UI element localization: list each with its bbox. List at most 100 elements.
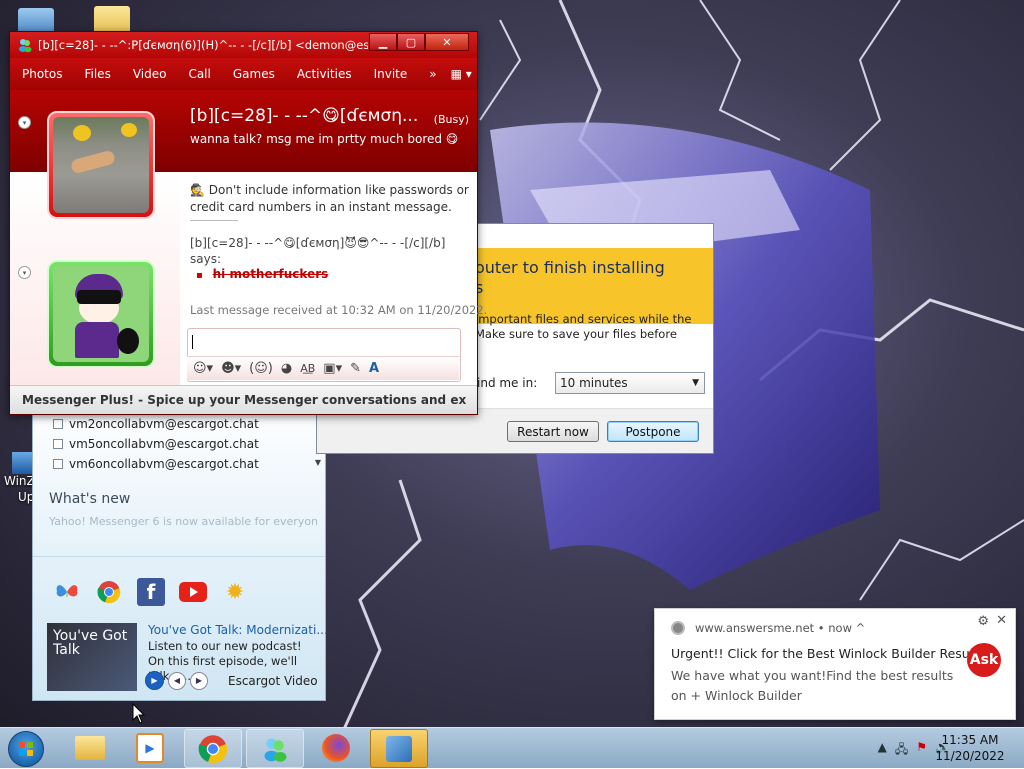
butterfly-icon[interactable] xyxy=(53,578,81,606)
taskbar-chrome[interactable] xyxy=(184,729,242,768)
clock-date: 11/20/2022 xyxy=(935,749,1005,763)
notification-body: We have what you want!Find the best resu… xyxy=(671,668,954,703)
close-button[interactable]: ✕ xyxy=(425,33,469,51)
nudge-icon[interactable]: (☺) xyxy=(249,361,273,376)
message-says: says: xyxy=(190,252,222,266)
next-icon[interactable]: ▶ xyxy=(190,671,208,690)
remind-label: ind me in: xyxy=(477,376,538,390)
cat-photo xyxy=(53,117,149,213)
options-menu-icon[interactable]: ▦ ▾ xyxy=(451,67,472,81)
status-bar[interactable]: Messenger Plus! - Spice up your Messenge… xyxy=(10,385,477,414)
text-caret xyxy=(192,335,193,349)
menu-files[interactable]: Files xyxy=(84,67,110,81)
chat-menubar: Photos Files Video Call Games Activities… xyxy=(10,58,477,90)
emoticon-icon[interactable]: ☺▾ xyxy=(193,361,213,376)
voice-clip-icon[interactable]: ◕ xyxy=(281,361,292,376)
weather-sun-icon[interactable]: ✹ xyxy=(221,578,249,606)
contact-status-box xyxy=(53,419,63,429)
taskbar-windows-update[interactable] xyxy=(370,729,428,768)
start-button[interactable] xyxy=(8,731,44,767)
browser-notification[interactable]: www.answersme.net • now ^ ⚙ ✕ Urgent!! C… xyxy=(654,608,1016,720)
divider xyxy=(190,220,238,221)
service-icons: f ✹ xyxy=(53,578,249,606)
menu-call[interactable]: Call xyxy=(188,67,210,81)
menu-photos[interactable]: Photos xyxy=(22,67,62,81)
user-avatar[interactable] xyxy=(47,260,155,368)
postpone-button[interactable]: Postpone xyxy=(607,421,699,442)
promo-title-link[interactable]: You've Got Talk: Modernizati... xyxy=(148,623,328,637)
close-icon[interactable]: ✕ xyxy=(996,613,1007,628)
handwriting-icon[interactable]: ✎ xyxy=(350,361,361,376)
divider xyxy=(33,556,325,557)
contact-status-box xyxy=(53,439,63,449)
bullet-icon: ▪ xyxy=(196,270,203,281)
notification-title: Urgent!! Click for the Best Winlock Buil… xyxy=(671,646,985,661)
remind-interval-select[interactable]: 10 minutes ▼ xyxy=(555,372,705,394)
taskbar-firefox[interactable] xyxy=(308,729,364,766)
maximize-button[interactable]: ▢ xyxy=(397,33,425,51)
collapse-icon[interactable]: ▾ xyxy=(18,266,31,279)
windows-update-icon xyxy=(386,735,412,762)
taskbar-messenger[interactable] xyxy=(246,729,304,768)
messenger-chat-window: [b][c=28]- - --^:P[ɗємση(6)](H)^-- - -[/… xyxy=(9,31,487,415)
status-bar-text: Messenger Plus! - Spice up your Messenge… xyxy=(22,393,467,407)
chrome-icon[interactable] xyxy=(95,578,123,606)
contact-list-window: vm2oncollabvm@escargot.chat vm5oncollabv… xyxy=(32,405,328,701)
contact-item[interactable]: vm5oncollabvm@escargot.chat xyxy=(53,434,259,454)
network-icon[interactable]: 🖧 xyxy=(895,740,908,761)
last-received-text: Last message received at 10:32 AM on 11/… xyxy=(190,303,488,317)
promo-source: Escargot Video xyxy=(228,673,318,688)
contact-item[interactable]: vm6oncollabvm@escargot.chat xyxy=(53,454,259,474)
remind-interval-value: 10 minutes xyxy=(560,376,628,390)
contact-email: vm6oncollabvm@escargot.chat xyxy=(69,457,259,471)
promo-thumbnail[interactable]: You've Got Talk xyxy=(47,623,137,691)
wink-icon[interactable]: ☻▾ xyxy=(221,361,241,376)
menu-invite[interactable]: Invite xyxy=(374,67,408,81)
background-icon[interactable]: ▣▾ xyxy=(323,361,342,376)
taskbar-clock[interactable]: 11:35 AM 11/20/2022 xyxy=(930,732,1010,764)
ask-logo: Ask xyxy=(967,643,1001,677)
mouse-cursor-icon xyxy=(132,703,146,724)
menu-activities[interactable]: Activities xyxy=(297,67,352,81)
facebook-icon[interactable]: f xyxy=(137,578,165,606)
whats-new-heading: What's new xyxy=(49,491,131,507)
contact-status-box xyxy=(53,459,63,469)
chat-titlebar[interactable]: [b][c=28]- - --^:P[ɗємση(6)](H)^-- - -[/… xyxy=(10,32,477,58)
scroll-down-icon[interactable]: ▼ xyxy=(315,458,321,467)
taskbar-media-player[interactable]: ▶ xyxy=(122,729,178,766)
taskbar-explorer[interactable] xyxy=(62,729,118,766)
clock-time: 11:35 AM xyxy=(941,733,999,747)
msn-buddy-icon xyxy=(264,738,287,762)
minimize-button[interactable]: ▁ xyxy=(369,33,397,51)
collapse-icon[interactable]: ▾ xyxy=(18,116,31,129)
text-format-icon[interactable]: A xyxy=(369,361,379,376)
update-title: outer to finish installing s xyxy=(475,258,665,297)
play-icon[interactable]: ▶ xyxy=(145,671,164,690)
action-center-flag-icon[interactable]: ⚑ xyxy=(916,740,927,761)
msn-buddy-icon xyxy=(19,39,32,53)
youtube-icon[interactable] xyxy=(179,578,207,606)
show-hidden-icons[interactable]: ▲ xyxy=(878,740,887,761)
media-player-icon: ▶ xyxy=(136,732,164,763)
contact-avatar[interactable] xyxy=(47,111,155,219)
firefox-icon xyxy=(322,733,350,762)
settings-gear-icon[interactable]: ⚙ xyxy=(977,614,989,629)
restart-now-button[interactable]: Restart now xyxy=(507,421,599,442)
contact-display-name: [b][c=28]- - --^😋[ɗємση... xyxy=(190,106,419,126)
promo-controls: ▶ ◀ ▶ Escargot Video xyxy=(145,671,318,690)
chrome-icon xyxy=(198,734,228,763)
contact-email: vm5oncollabvm@escargot.chat xyxy=(69,437,259,451)
menu-games[interactable]: Games xyxy=(233,67,275,81)
previous-icon[interactable]: ◀ xyxy=(168,671,186,690)
font-icon[interactable]: A͟B xyxy=(300,362,315,375)
security-warning: 🕵 Don't include information like passwor… xyxy=(190,182,470,216)
update-body: important files and services while the M… xyxy=(475,312,692,341)
contact-item[interactable]: vm2oncollabvm@escargot.chat xyxy=(53,414,259,434)
whats-new-text[interactable]: Yahoo! Messenger 6 is now available for … xyxy=(49,515,319,528)
desktop-icon-winzip-update[interactable] xyxy=(12,452,34,474)
menu-more[interactable]: » xyxy=(429,67,436,81)
message-text: hi motherfuckers xyxy=(212,267,329,281)
menu-video[interactable]: Video xyxy=(133,67,167,81)
chrome-icon xyxy=(671,621,685,635)
windows-logo-icon xyxy=(19,742,33,756)
